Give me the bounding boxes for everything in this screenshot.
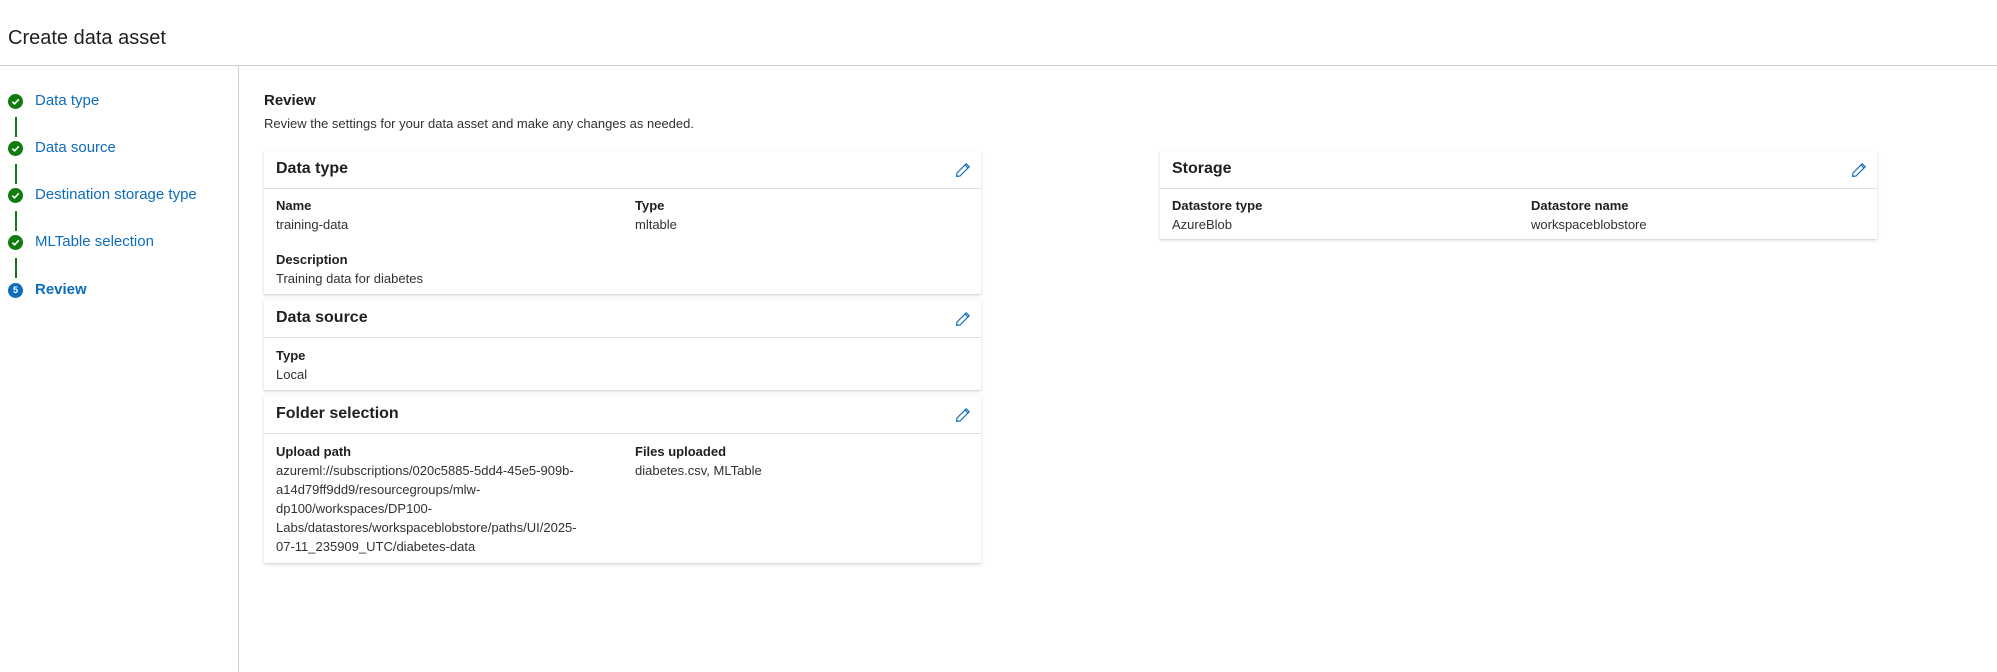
source-type-field: Type Local (276, 346, 307, 384)
checkmark-circle-icon (8, 187, 23, 203)
files-uploaded-field: Files uploaded diabetes.csv, MLTable (635, 442, 762, 480)
step-label: Review (35, 281, 87, 298)
storage-card: Storage Datastore type AzureBlob Datasto… (1160, 151, 1877, 239)
step-connector (15, 164, 17, 184)
step-data-source[interactable]: Data source (8, 136, 116, 160)
type-field: Type mltable (635, 196, 677, 234)
field-label: Files uploaded (635, 444, 727, 459)
step-number-badge: 5 (8, 282, 23, 298)
step-connector (15, 258, 17, 278)
edit-folder-selection-button[interactable] (951, 403, 975, 427)
datastore-type-field: Datastore type AzureBlob (1172, 196, 1262, 234)
step-label: Destination storage type (35, 186, 197, 203)
field-label: Description (276, 252, 348, 267)
review-description: Review the settings for your data asset … (264, 116, 694, 131)
path-line: azureml://subscriptions/020c5885-5dd4-45… (276, 463, 574, 478)
description-field: Description Training data for diabetes (276, 250, 423, 288)
path-line: 07-11_235909_UTC/diabetes-data (276, 539, 476, 554)
field-value: Training data for diabetes (276, 271, 423, 286)
field-label: Type (276, 348, 306, 363)
review-title: Review (264, 92, 316, 109)
field-value: mltable (635, 217, 677, 232)
field-label: Type (635, 198, 665, 213)
field-label: Name (276, 198, 312, 213)
step-review[interactable]: 5 Review (8, 278, 87, 302)
data-type-card: Data type Name training-data Type mltabl… (264, 151, 981, 294)
field-label: Datastore name (1531, 198, 1629, 213)
pencil-icon (956, 408, 970, 422)
pencil-icon (1852, 163, 1866, 177)
step-mltable-selection[interactable]: MLTable selection (8, 230, 154, 254)
field-value: training-data (276, 217, 349, 232)
checkmark-circle-icon (8, 234, 23, 250)
step-data-type[interactable]: Data type (8, 89, 99, 113)
datastore-name-field: Datastore name workspaceblobstore (1531, 196, 1647, 234)
field-label: Upload path (276, 444, 352, 459)
step-label: Data type (35, 92, 100, 109)
step-connector (15, 117, 17, 137)
step-destination-storage-type[interactable]: Destination storage type (8, 183, 197, 207)
card-title: Data type (276, 160, 349, 177)
page-title: Create data asset (8, 27, 166, 49)
field-label: Datastore type (1172, 198, 1263, 213)
folder-selection-card: Folder selection Upload path azureml://s… (264, 396, 981, 563)
card-header: Data source (264, 300, 981, 338)
card-title: Data source (276, 309, 368, 326)
card-header: Storage (1160, 151, 1877, 189)
field-value: workspaceblobstore (1531, 217, 1647, 232)
page-header: Create data asset (0, 0, 1997, 66)
wizard-steps-sidebar: Data type Data source Destination storag… (0, 66, 239, 672)
card-header: Data type (264, 151, 981, 189)
edit-data-type-button[interactable] (951, 158, 975, 182)
card-title: Storage (1172, 160, 1232, 177)
step-label: MLTable selection (35, 233, 154, 250)
name-field: Name training-data (276, 196, 348, 234)
field-value: AzureBlob (1172, 217, 1232, 232)
path-line: dp100/workspaces/DP100- (276, 501, 433, 516)
checkmark-circle-icon (8, 140, 23, 156)
field-value: diabetes.csv, MLTable (635, 463, 762, 478)
data-source-card: Data source Type Local (264, 300, 981, 390)
card-title: Folder selection (276, 405, 399, 422)
edit-data-source-button[interactable] (951, 307, 975, 331)
path-line: Labs/datastores/workspaceblobstore/paths… (276, 520, 577, 535)
step-connector (15, 211, 17, 231)
field-value: Local (276, 367, 308, 382)
upload-path-field: Upload path azureml://subscriptions/020c… (276, 442, 616, 556)
edit-storage-button[interactable] (1847, 158, 1871, 182)
step-label: Data source (35, 139, 116, 156)
pencil-icon (956, 163, 970, 177)
card-header: Folder selection (264, 396, 981, 434)
path-line: a14d79ff9dd9/resourcegroups/mlw- (276, 482, 481, 497)
checkmark-circle-icon (8, 93, 23, 109)
pencil-icon (956, 312, 970, 326)
